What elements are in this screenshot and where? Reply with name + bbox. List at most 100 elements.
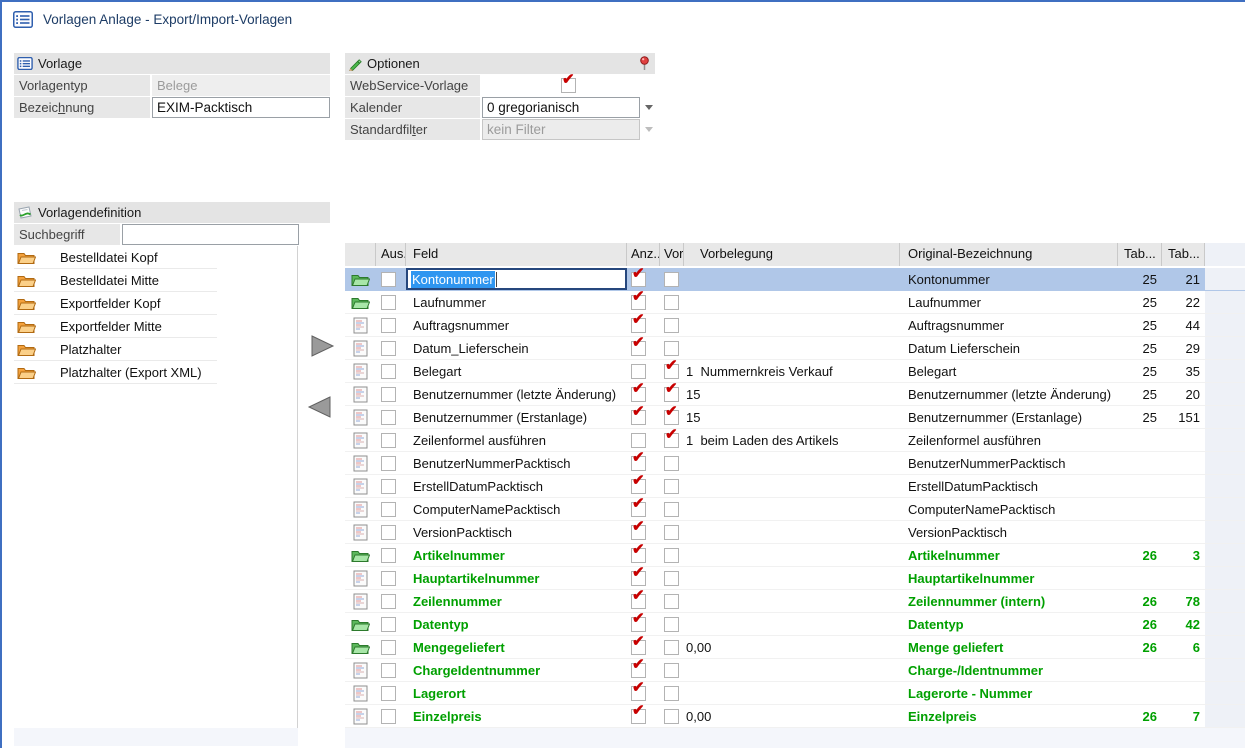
feld-cell[interactable]: ComputerNamePacktisch <box>406 498 627 520</box>
anz-checkbox[interactable] <box>631 686 646 701</box>
anz-checkbox-cell[interactable] <box>627 498 660 520</box>
kalender-dropdown-arrow[interactable] <box>641 97 657 118</box>
vor-checkbox[interactable] <box>664 364 679 379</box>
vor-checkbox-cell[interactable] <box>660 544 684 566</box>
anz-checkbox-cell[interactable] <box>627 567 660 589</box>
aus-checkbox[interactable] <box>381 525 396 540</box>
aus-checkbox-cell[interactable] <box>376 383 406 405</box>
aus-checkbox-cell[interactable] <box>376 682 406 704</box>
table-row[interactable]: Laufnummer Laufnummer 25 22 <box>345 291 1245 314</box>
anz-checkbox-cell[interactable] <box>627 475 660 497</box>
aus-checkbox-cell[interactable] <box>376 314 406 336</box>
vor-checkbox[interactable] <box>664 640 679 655</box>
vor-checkbox[interactable] <box>664 295 679 310</box>
table-row[interactable]: Mengegeliefert 0,00 Menge geliefert 26 6 <box>345 636 1245 659</box>
anz-checkbox[interactable] <box>631 479 646 494</box>
anz-checkbox-cell[interactable] <box>627 705 660 727</box>
anz-checkbox[interactable] <box>631 272 646 287</box>
aus-checkbox[interactable] <box>381 433 396 448</box>
anz-checkbox-cell[interactable] <box>627 452 660 474</box>
feld-cell[interactable]: Lagerort <box>406 682 627 704</box>
aus-checkbox-cell[interactable] <box>376 475 406 497</box>
aus-checkbox-cell[interactable] <box>376 429 406 451</box>
aus-checkbox-cell[interactable] <box>376 406 406 428</box>
feld-cell[interactable]: ErstellDatumPacktisch <box>406 475 627 497</box>
feld-cell[interactable]: Laufnummer <box>406 291 627 313</box>
column-header-vor[interactable]: Vor... <box>660 243 684 266</box>
column-header-vorb[interactable]: Vorbelegung <box>684 243 900 266</box>
feld-cell[interactable]: Einzelpreis <box>406 705 627 727</box>
feld-cell[interactable]: Mengegeliefert <box>406 636 627 658</box>
table-row[interactable]: Zeilenformel ausführen 1 beim Laden des … <box>345 429 1245 452</box>
vor-checkbox-cell[interactable] <box>660 337 684 359</box>
anz-checkbox-cell[interactable] <box>627 383 660 405</box>
aus-checkbox[interactable] <box>381 594 396 609</box>
anz-checkbox[interactable] <box>631 364 646 379</box>
anz-checkbox-cell[interactable] <box>627 360 660 382</box>
vor-checkbox[interactable] <box>664 709 679 724</box>
vor-checkbox-cell[interactable] <box>660 498 684 520</box>
vor-checkbox-cell[interactable] <box>660 613 684 635</box>
table-row[interactable]: ComputerNamePacktisch ComputerNamePackti… <box>345 498 1245 521</box>
vor-checkbox-cell[interactable] <box>660 406 684 428</box>
anz-checkbox[interactable] <box>631 502 646 517</box>
anz-checkbox[interactable] <box>631 295 646 310</box>
table-row[interactable]: Einzelpreis 0,00 Einzelpreis 26 7 <box>345 705 1245 728</box>
vor-checkbox[interactable] <box>664 387 679 402</box>
aus-checkbox-cell[interactable] <box>376 360 406 382</box>
vor-checkbox[interactable] <box>664 617 679 632</box>
vor-checkbox-cell[interactable] <box>660 429 684 451</box>
table-row[interactable]: Datentyp Datentyp 26 42 <box>345 613 1245 636</box>
vor-checkbox[interactable] <box>664 502 679 517</box>
aus-checkbox[interactable] <box>381 548 396 563</box>
column-header-feld[interactable]: Feld <box>406 243 627 266</box>
anz-checkbox-cell[interactable] <box>627 590 660 612</box>
vor-checkbox-cell[interactable] <box>660 268 684 290</box>
vor-checkbox[interactable] <box>664 571 679 586</box>
vor-checkbox[interactable] <box>664 318 679 333</box>
table-row[interactable]: ErstellDatumPacktisch ErstellDatumPackti… <box>345 475 1245 498</box>
folder-list-item[interactable]: Platzhalter <box>14 338 297 361</box>
vor-checkbox[interactable] <box>664 341 679 356</box>
anz-checkbox[interactable] <box>631 433 646 448</box>
move-left-button[interactable] <box>305 395 333 419</box>
aus-checkbox[interactable] <box>381 709 396 724</box>
vor-checkbox-cell[interactable] <box>660 452 684 474</box>
anz-checkbox[interactable] <box>631 387 646 402</box>
column-header-icon[interactable] <box>345 243 376 266</box>
feld-cell[interactable]: Zeilenformel ausführen <box>406 429 627 451</box>
vor-checkbox[interactable] <box>664 548 679 563</box>
feld-cell[interactable]: VersionPacktisch <box>406 521 627 543</box>
anz-checkbox[interactable] <box>631 640 646 655</box>
table-row[interactable]: Belegart 1 Nummernkreis Verkauf Belegart… <box>345 360 1245 383</box>
aus-checkbox[interactable] <box>381 318 396 333</box>
vor-checkbox-cell[interactable] <box>660 682 684 704</box>
aus-checkbox-cell[interactable] <box>376 544 406 566</box>
vor-checkbox[interactable] <box>664 479 679 494</box>
aus-checkbox-cell[interactable] <box>376 521 406 543</box>
feld-cell[interactable]: Auftragsnummer <box>406 314 627 336</box>
feld-cell[interactable]: Belegart <box>406 360 627 382</box>
table-row[interactable]: ChargeIdentnummer Charge-/Identnummer <box>345 659 1245 682</box>
anz-checkbox[interactable] <box>631 663 646 678</box>
aus-checkbox[interactable] <box>381 479 396 494</box>
folder-list-item[interactable]: Bestelldatei Kopf <box>14 246 297 269</box>
table-row[interactable]: Artikelnummer Artikelnummer 26 3 <box>345 544 1245 567</box>
column-header-orig[interactable]: Original-Bezeichnung <box>900 243 1118 266</box>
aus-checkbox[interactable] <box>381 364 396 379</box>
aus-checkbox[interactable] <box>381 502 396 517</box>
vor-checkbox-cell[interactable] <box>660 659 684 681</box>
aus-checkbox[interactable] <box>381 571 396 586</box>
feld-cell[interactable]: Datentyp <box>406 613 627 635</box>
feld-cell[interactable]: Benutzernummer (letzte Änderung) <box>406 383 627 405</box>
vor-checkbox[interactable] <box>664 456 679 471</box>
aus-checkbox[interactable] <box>381 341 396 356</box>
anz-checkbox[interactable] <box>631 341 646 356</box>
vor-checkbox-cell[interactable] <box>660 590 684 612</box>
table-row[interactable]: Zeilennummer Zeilennummer (intern) 26 78 <box>345 590 1245 613</box>
aus-checkbox[interactable] <box>381 640 396 655</box>
aus-checkbox[interactable] <box>381 663 396 678</box>
anz-checkbox-cell[interactable] <box>627 521 660 543</box>
table-row[interactable]: Kontonummer Kontonummer Kontonummer 25 2… <box>345 268 1245 291</box>
aus-checkbox[interactable] <box>381 686 396 701</box>
